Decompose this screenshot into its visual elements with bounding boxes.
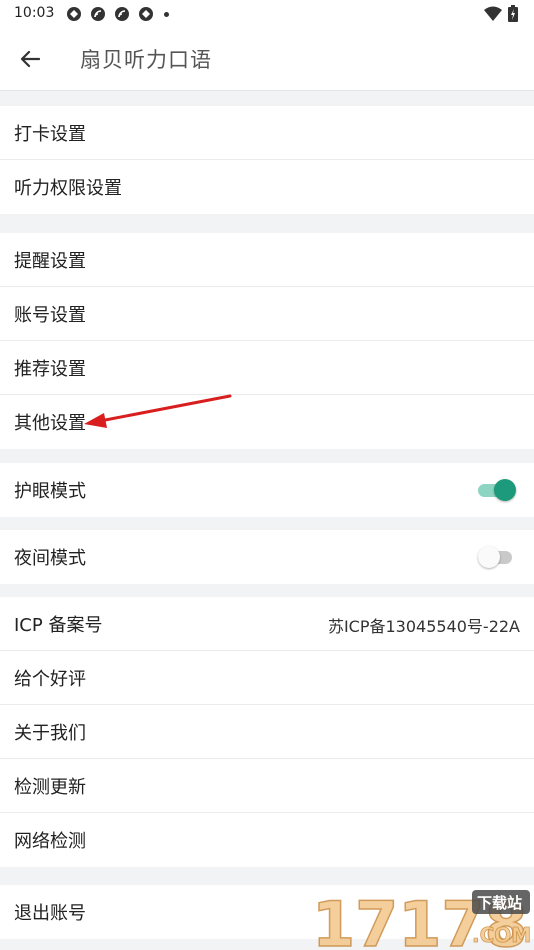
watermark-badge: 下载站 (477, 894, 522, 912)
row-label: 给个好评 (14, 668, 86, 690)
app-bar: 扇贝听力口语 (0, 28, 534, 91)
eye-care-mode-item[interactable]: 护眼模式 (0, 463, 534, 517)
settings-group-eye-care: 护眼模式 (0, 463, 534, 517)
icp-record-value: 苏ICP备13045540号-22A (327, 617, 520, 636)
status-bar: 10:03 (0, 0, 534, 28)
row-label: 提醒设置 (14, 250, 86, 272)
cast-icon (91, 7, 105, 21)
listening-permission-settings-item[interactable]: 听力权限设置 (0, 160, 534, 214)
watermark-suffix: .COM (472, 923, 531, 947)
row-label: 账号设置 (14, 304, 86, 326)
toggle-knob (494, 479, 516, 501)
row-label: 检测更新 (14, 776, 86, 798)
toggle-knob (478, 546, 500, 568)
account-settings-item[interactable]: 账号设置 (0, 287, 534, 341)
row-label: 网络检测 (14, 831, 86, 852)
recommend-settings-item[interactable]: 推荐设置 (0, 341, 534, 395)
row-label: ICP 备案号 (14, 614, 103, 636)
page-title: 扇贝听力口语 (80, 48, 212, 72)
sync-icon (67, 7, 81, 21)
settings-group-night: 夜间模式 (0, 530, 534, 584)
cast-icon (115, 7, 129, 21)
back-button[interactable] (14, 44, 46, 74)
status-notification-icons (66, 6, 169, 22)
status-time: 10:03 (14, 5, 55, 21)
night-mode-toggle[interactable] (478, 546, 516, 568)
network-check-item[interactable]: 网络检测 (0, 813, 534, 867)
reminder-settings-item[interactable]: 提醒设置 (0, 233, 534, 287)
checkin-settings-item[interactable]: 打卡设置 (0, 106, 534, 160)
rate-app-item[interactable]: 给个好评 (0, 651, 534, 705)
row-label: 护眼模式 (14, 481, 86, 502)
wifi-icon (484, 6, 502, 21)
status-system-icons (484, 5, 518, 22)
row-label: 听力权限设置 (14, 178, 122, 199)
settings-group-about: ICP 备案号 苏ICP备13045540号-22A 给个好评 关于我们 检测更… (0, 597, 534, 867)
icp-record-item: ICP 备案号 苏ICP备13045540号-22A (0, 597, 534, 651)
night-mode-item[interactable]: 夜间模式 (0, 530, 534, 584)
battery-icon (508, 5, 518, 22)
check-update-item[interactable]: 检测更新 (0, 759, 534, 813)
settings-group-basic: 打卡设置 听力权限设置 (0, 106, 534, 214)
more-notifications-dot (164, 11, 169, 17)
row-label: 关于我们 (14, 722, 86, 744)
settings-group-account: 提醒设置 账号设置 推荐设置 其他设置 (0, 233, 534, 449)
about-us-item[interactable]: 关于我们 (0, 705, 534, 759)
row-label: 退出账号 (14, 903, 86, 924)
row-label: 打卡设置 (14, 123, 86, 145)
row-label: 其他设置 (14, 413, 86, 434)
eye-care-toggle[interactable] (478, 479, 516, 501)
row-label: 推荐设置 (14, 358, 86, 380)
other-settings-item[interactable]: 其他设置 (0, 395, 534, 449)
sync-icon (139, 7, 153, 21)
row-label: 夜间模式 (14, 548, 86, 569)
site-watermark: 17178 下载站 .COM (312, 887, 532, 950)
arrow-left-icon (20, 50, 40, 68)
